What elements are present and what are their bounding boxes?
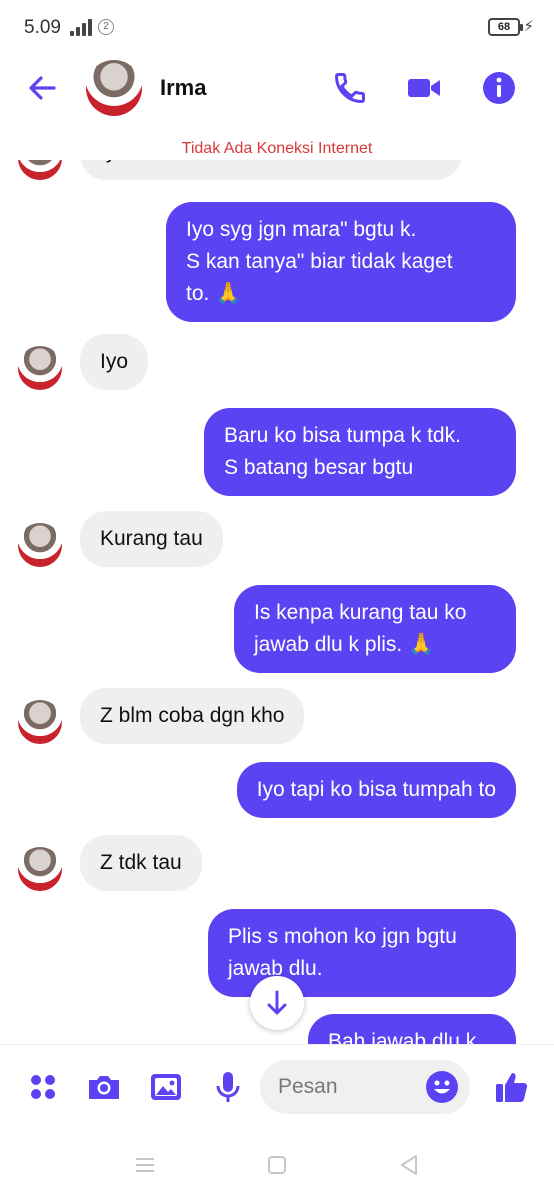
message-bubble-outgoing[interactable]: Plis s mohon ko jgn bgtu jawab dlu. — [208, 909, 516, 997]
message-list[interactable]: Iyo Iyo syg jgn mara" bgtu k. S kan tany… — [0, 160, 554, 1044]
contact-avatar — [18, 160, 62, 180]
image-icon[interactable] — [148, 1069, 184, 1105]
message-bubble-outgoing[interactable]: Iyo tapi ko bisa tumpah to — [236, 762, 516, 818]
contact-name[interactable]: Irma — [160, 75, 206, 101]
message-text: Iyo — [100, 350, 129, 373]
microphone-icon[interactable] — [210, 1069, 246, 1105]
chat-header: Irma — [0, 56, 554, 120]
message-text: Plis s mohon ko jgn bgtu — [228, 925, 457, 948]
message-text: S kan tanya" biar tidak kaget — [186, 250, 453, 273]
charging-icon: ⚡ — [523, 18, 534, 35]
status-time: 5.09 — [24, 17, 61, 38]
message-text: Z blm coba dgn kho — [100, 704, 285, 727]
message-text: Is kenpa kurang tau ko — [254, 601, 467, 624]
status-bar: 5.09 2 68 ⚡ — [0, 0, 554, 56]
message-text: Iyo tapi ko bisa tumpah to — [256, 778, 496, 801]
message-bubble-outgoing[interactable]: Iyo syg jgn mara" bgtu k. S kan tanya" b… — [166, 202, 516, 322]
thumbs-up-icon[interactable] — [494, 1069, 530, 1105]
apps-grid-icon[interactable] — [25, 1069, 61, 1105]
message-bubble-incoming[interactable]: Z tdk tau — [80, 835, 202, 891]
message-text: jawab dlu k plis. 🙏 — [254, 633, 435, 656]
message-text: Bah jawab dlu k — [328, 1030, 477, 1044]
message-text: Z tdk tau — [100, 851, 182, 874]
message-text: S batang besar bgtu — [224, 456, 414, 479]
message-bubble-outgoing[interactable]: Bah jawab dlu k — [308, 1014, 516, 1044]
message-text: Kurang tau — [100, 527, 203, 550]
phone-icon[interactable] — [332, 70, 368, 106]
back-icon[interactable] — [396, 1152, 422, 1178]
message-bubble-incoming[interactable]: Iyo — [80, 334, 149, 390]
message-bubble-outgoing[interactable]: Baru ko bisa tumpa k tdk. S batang besar… — [204, 408, 516, 496]
info-icon[interactable] — [481, 70, 517, 106]
message-bubble-incoming[interactable]: Iyo — [80, 160, 462, 180]
menu-icon[interactable] — [132, 1152, 158, 1178]
connection-warning: Tidak Ada Koneksi Internet — [181, 140, 373, 157]
composer-bar — [0, 1044, 554, 1130]
contact-avatar — [18, 346, 62, 390]
signal-icon — [70, 18, 92, 36]
contact-avatar — [18, 847, 62, 891]
message-text: Iyo — [100, 160, 442, 168]
message-text: Iyo syg jgn mara" bgtu k. — [186, 218, 417, 241]
back-arrow-icon[interactable] — [24, 70, 60, 106]
system-nav-bar — [0, 1130, 554, 1200]
battery-icon: 68 — [488, 18, 523, 36]
message-bubble-incoming[interactable]: Kurang tau — [80, 511, 223, 567]
contact-avatar — [18, 523, 62, 567]
sim-indicator: 2 — [98, 19, 114, 35]
contact-avatar[interactable] — [86, 60, 142, 116]
video-camera-icon[interactable] — [406, 70, 442, 106]
camera-icon[interactable] — [86, 1069, 122, 1105]
message-bubble-outgoing[interactable]: Is kenpa kurang tau ko jawab dlu k plis.… — [234, 585, 516, 673]
message-bubble-incoming[interactable]: Z blm coba dgn kho — [80, 688, 305, 744]
message-text: Baru ko bisa tumpa k tdk. — [224, 424, 461, 447]
emoji-icon[interactable] — [425, 1070, 459, 1104]
home-icon[interactable] — [264, 1152, 290, 1178]
contact-avatar — [18, 700, 62, 744]
scroll-down-button[interactable] — [250, 976, 304, 1030]
message-text: to. 🙏 — [186, 282, 242, 305]
